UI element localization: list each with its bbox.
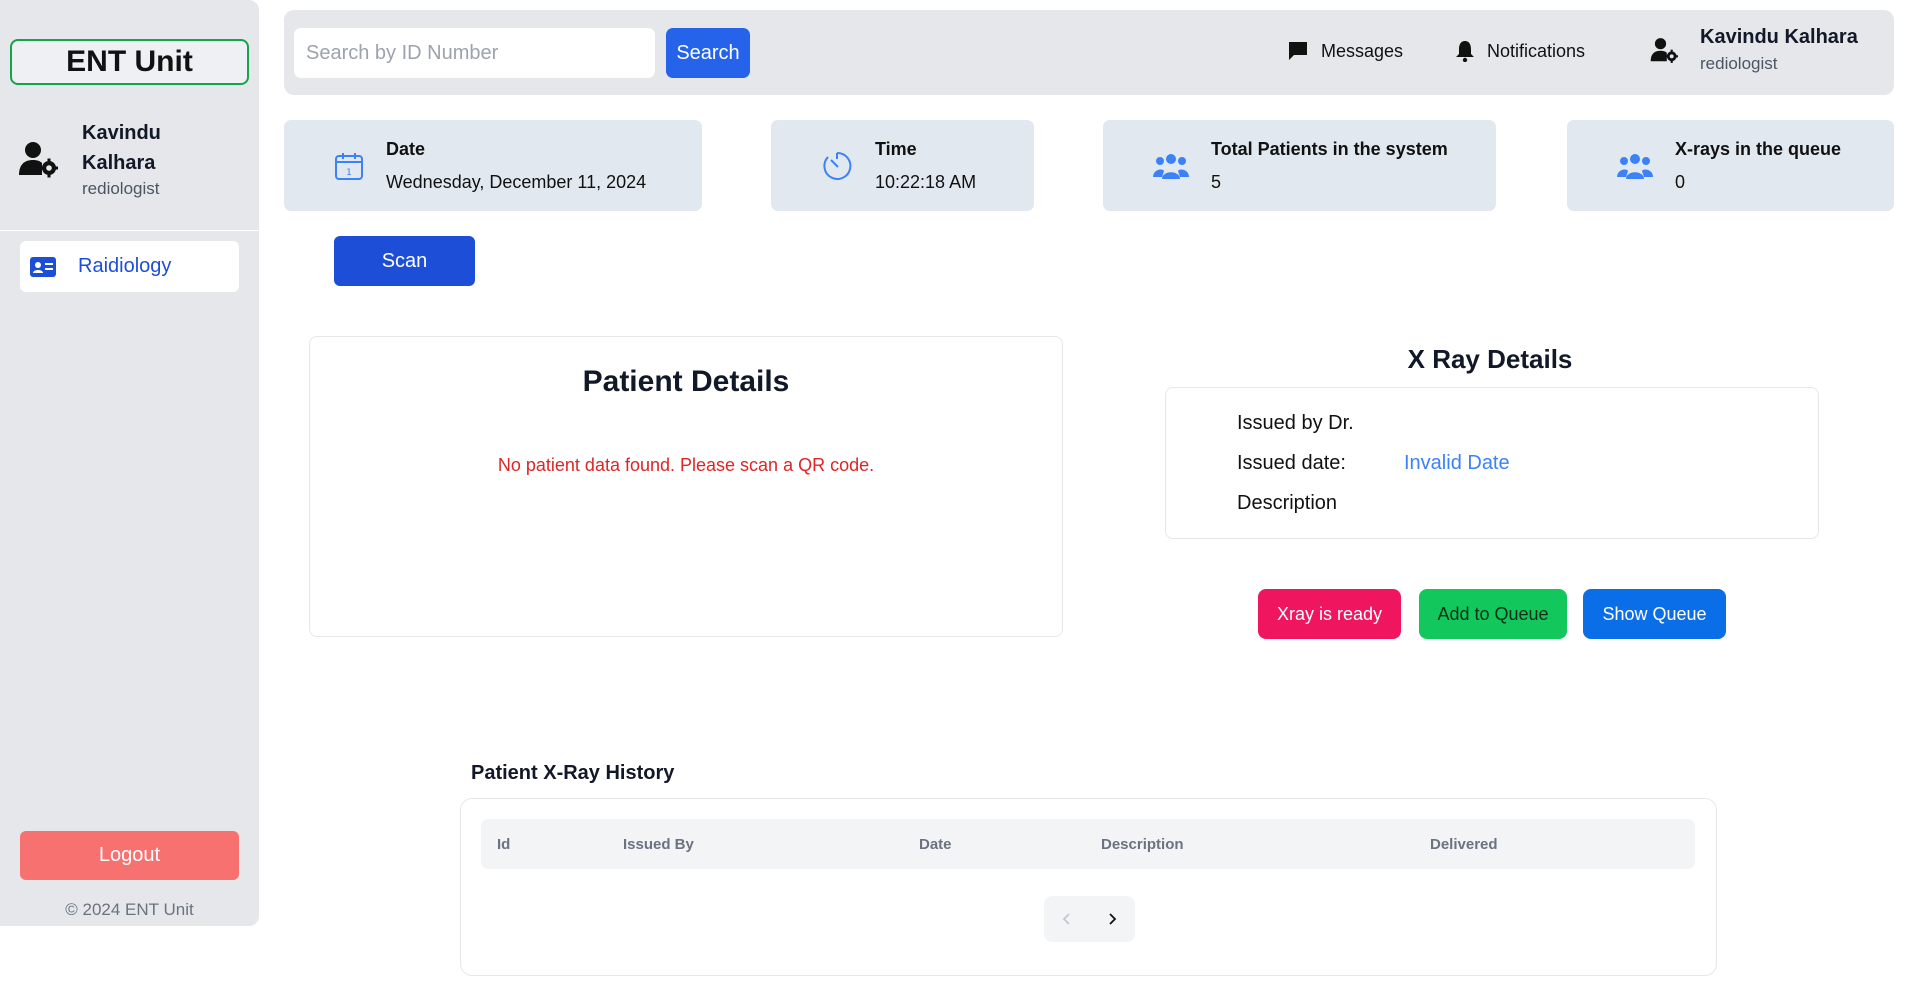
sidebar: ENT Unit Kavindu Kalhara rediologist Rai… <box>0 0 259 926</box>
copyright: © 2024 ENT Unit <box>65 900 194 919</box>
stat-label: Total Patients in the system <box>1211 138 1448 159</box>
stat-value: 0 <box>1675 171 1686 192</box>
xray-issued-date-row: Issued date: Invalid Date <box>1237 452 1510 475</box>
xray-ready-button[interactable]: Xray is ready <box>1258 589 1401 639</box>
chevron-right-icon <box>1109 913 1117 925</box>
id-card-icon <box>30 256 56 277</box>
sidebar-divider <box>0 230 259 231</box>
sidebar-item-label: Raidiology <box>78 255 172 277</box>
topbar-user-role: rediologist <box>1700 54 1778 73</box>
xray-issued-date-label: Issued date: <box>1237 452 1346 474</box>
column-header-delivered[interactable]: Delivered <box>1430 836 1498 853</box>
xray-details-title: X Ray Details <box>1407 344 1573 374</box>
timer-icon <box>823 151 852 180</box>
messages-link[interactable]: Messages <box>1287 40 1403 62</box>
notifications-label: Notifications <box>1487 40 1586 61</box>
stat-card-date: 1 Date Wednesday, December 11, 2024 <box>284 120 702 211</box>
column-header-id[interactable]: Id <box>497 836 510 853</box>
topbar-user-name: Kavindu Kalhara <box>1700 26 1858 48</box>
message-icon <box>1289 42 1307 60</box>
sidebar-user-role: rediologist <box>82 179 160 198</box>
xray-issued-by-label: Issued by Dr. <box>1237 412 1354 434</box>
users-icon <box>1153 153 1189 179</box>
stat-card-xray-queue: X-rays in the queue 0 <box>1567 120 1894 211</box>
prev-page-button[interactable] <box>1044 896 1090 942</box>
add-to-queue-button[interactable]: Add to Queue <box>1419 589 1567 639</box>
stat-label: Date <box>386 138 426 159</box>
stat-value: 10:22:18 AM <box>875 171 977 192</box>
chevron-left-icon <box>1062 913 1070 925</box>
patient-details-panel: Patient Details No patient data found. P… <box>309 336 1063 637</box>
calendar-icon: 1 <box>335 152 363 180</box>
pagination <box>1044 896 1135 942</box>
brand-logo: ENT Unit <box>10 39 249 85</box>
stat-card-total-patients: Total Patients in the system 5 <box>1103 120 1496 211</box>
history-table: Id Issued By Date Description Delivered <box>460 798 1717 976</box>
xray-details-panel: Issued by Dr. Issued date: Invalid Date … <box>1165 387 1819 539</box>
patient-empty-message: No patient data found. Please scan a QR … <box>497 455 875 475</box>
users-icon <box>1617 153 1653 179</box>
bell-icon <box>1456 41 1474 62</box>
stat-label: Time <box>875 138 917 159</box>
table-header: Id Issued By Date Description Delivered <box>481 819 1695 869</box>
xray-issued-by-row: Issued by Dr. <box>1237 412 1354 435</box>
column-header-description[interactable]: Description <box>1101 836 1184 853</box>
topbar: Search Messages Notifications Kavindu Ka… <box>284 10 1894 95</box>
notifications-link[interactable]: Notifications <box>1455 40 1585 62</box>
xray-description-label: Description <box>1237 492 1338 514</box>
messages-label: Messages <box>1321 40 1404 61</box>
stat-value: 5 <box>1211 171 1222 192</box>
user-gear-icon <box>1650 38 1678 63</box>
user-gear-icon <box>19 142 58 178</box>
svg-text:1: 1 <box>346 168 352 178</box>
sidebar-user: Kavindu Kalhara rediologist <box>18 118 192 200</box>
search-input[interactable] <box>294 28 655 78</box>
logout-button[interactable]: Logout <box>20 831 239 880</box>
stat-label: X-rays in the queue <box>1675 138 1842 159</box>
xray-description-row: Description <box>1237 492 1337 515</box>
scan-button[interactable]: Scan <box>334 236 475 286</box>
next-page-button[interactable] <box>1090 896 1136 942</box>
show-queue-button[interactable]: Show Queue <box>1583 589 1726 639</box>
stat-value: Wednesday, December 11, 2024 <box>386 171 647 192</box>
sidebar-user-name: Kavindu Kalhara <box>82 122 161 174</box>
search-button[interactable]: Search <box>666 28 750 78</box>
topbar-user[interactable]: Kavindu Kalhara rediologist <box>1650 26 1858 74</box>
column-header-date[interactable]: Date <box>919 836 952 853</box>
history-title: Patient X-Ray History <box>471 762 675 784</box>
xray-issued-date-value: Invalid Date <box>1404 452 1510 474</box>
column-header-issued-by[interactable]: Issued By <box>623 836 694 853</box>
sidebar-item-radiology[interactable]: Raidiology <box>20 241 239 292</box>
patient-details-title: Patient Details <box>582 365 790 398</box>
stat-card-time: Time 10:22:18 AM <box>771 120 1034 211</box>
